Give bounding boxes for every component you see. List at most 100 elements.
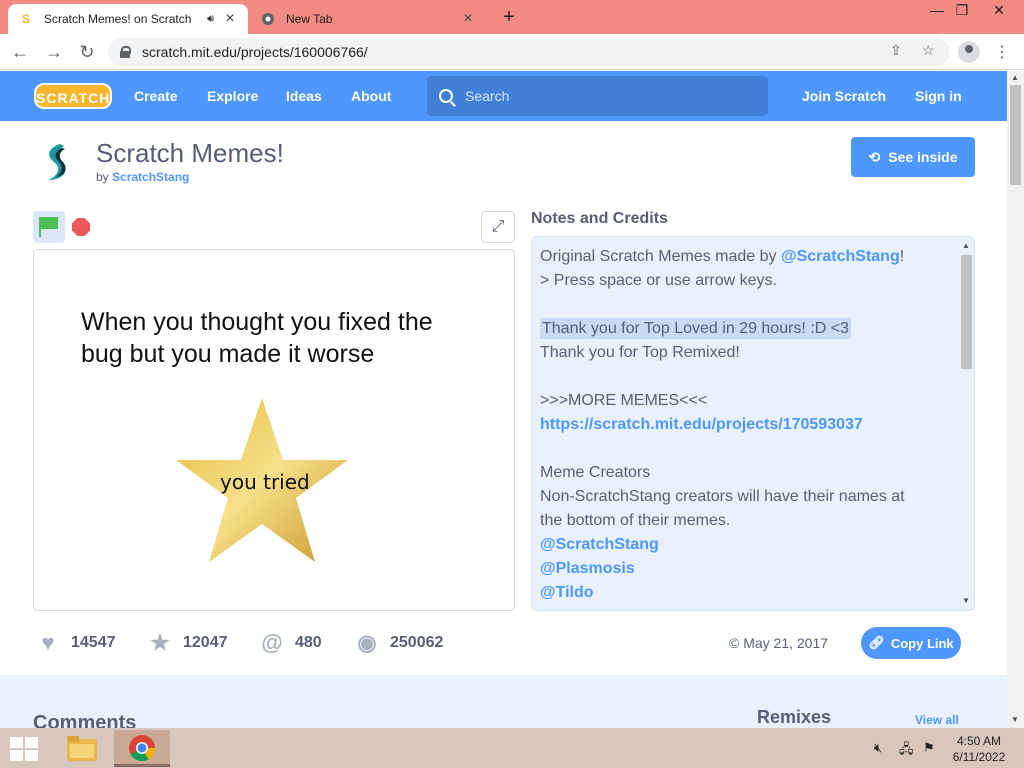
close-tab-icon[interactable]: × [460, 10, 476, 28]
windows-taskbar: 🔇︎ 🖧︎ ⚑ 4:50 AM 6/11/2022 [0, 728, 1024, 768]
page-scrollbar[interactable]: ▲ ▼ [1007, 71, 1024, 728]
lower-section [0, 675, 1007, 728]
stop-sign-icon[interactable] [72, 218, 90, 236]
stage-star-label: you tried [220, 470, 310, 494]
notes-line: @ScratchStang [540, 533, 950, 557]
notes-line-highlighted: Thank you for Top Loved in 29 hours! :D … [540, 318, 852, 339]
views-stat: ◉ 250062 [354, 630, 443, 656]
notes-line: > Press space or use arrow keys. [540, 272, 777, 289]
view-all-link[interactable]: View all [915, 713, 959, 727]
stage-meme-text: When you thought you fixed the bug but y… [81, 308, 433, 368]
search-icon [439, 89, 453, 103]
creator-mention-link[interactable]: @ScratchStang [540, 536, 659, 553]
notes-panel[interactable]: Original Scratch Memes made by @ScratchS… [531, 236, 975, 611]
url-text: scratch.mit.edu/projects/160006766/ [142, 44, 368, 60]
clock-date: 6/11/2022 [952, 750, 1006, 764]
lock-icon[interactable] [120, 46, 131, 58]
love-count: 14547 [71, 634, 116, 651]
author-avatar-icon[interactable] [38, 142, 76, 182]
view-count: 250062 [390, 634, 444, 651]
notes-blank [540, 293, 950, 317]
sign-in-link[interactable]: Sign in [915, 88, 962, 104]
file-explorer-icon[interactable] [54, 730, 110, 767]
close-tab-icon[interactable]: × [222, 10, 238, 28]
more-memes-link[interactable]: https://scratch.mit.edu/projects/1705930… [540, 416, 863, 433]
notes-line: the bottom of their memes. [540, 512, 731, 529]
copy-link-button[interactable]: 🔗︎ Copy Link [861, 627, 961, 659]
new-tab-plus-icon[interactable]: + [498, 6, 520, 29]
scroll-up-icon[interactable]: ▲ [1011, 73, 1019, 82]
tab-title: New Tab [286, 12, 333, 26]
join-scratch-link[interactable]: Join Scratch [802, 88, 886, 104]
creator-mention-link[interactable]: @Plasmosis [540, 560, 635, 577]
fullscreen-icon[interactable]: ⤢ [481, 211, 515, 243]
nav-about[interactable]: About [351, 88, 391, 104]
remix-spiral-icon: @ [261, 630, 283, 655]
forward-arrow-icon[interactable]: → [42, 40, 66, 64]
browser-toolbar: ← → ↻ scratch.mit.edu/projects/160006766… [0, 34, 1024, 70]
tab-new-tab[interactable]: New Tab × [250, 4, 486, 34]
restore-icon[interactable]: ❐ [947, 2, 977, 19]
notes-line: Meme Creators [540, 464, 651, 481]
notes-line: >>>MORE MEMES<<< [540, 392, 708, 409]
notes-line: Original Scratch Memes made by @ScratchS… [540, 248, 905, 265]
by-label: by [96, 170, 109, 184]
share-date: © May 21, 2017 [729, 635, 829, 651]
nav-ideas[interactable]: Ideas [286, 88, 322, 104]
notes-line: @Plasmosis [540, 557, 950, 581]
green-flag-cloth [41, 217, 58, 229]
scratch-logo[interactable]: SCRATCH [34, 83, 112, 109]
notes-line: Thank you for Top Remixed! [540, 344, 740, 361]
project-stage[interactable]: When you thought you fixed the bug but y… [33, 249, 515, 611]
scratch-favicon-icon: S [21, 12, 30, 26]
bookmark-star-icon[interactable]: ☆ [922, 42, 935, 59]
taskbar-clock[interactable]: 4:50 AM 6/11/2022 [950, 733, 1008, 765]
project-title: Scratch Memes! [96, 138, 284, 168]
scroll-up-icon[interactable]: ▲ [962, 241, 970, 250]
window-close-icon[interactable]: ✕ [984, 2, 1014, 19]
menu-kebab-icon[interactable]: ⋮ [994, 42, 1010, 62]
chrome-favicon-icon [260, 11, 276, 27]
favorite-stat[interactable]: ★ 12047 [147, 630, 228, 656]
scroll-down-icon[interactable]: ▼ [1011, 715, 1019, 724]
notes-blank [540, 365, 950, 389]
back-arrow-icon[interactable]: ← [8, 40, 32, 64]
nav-explore[interactable]: Explore [207, 88, 258, 104]
reload-icon[interactable]: ↻ [75, 40, 99, 64]
favorite-count: 12047 [183, 634, 228, 651]
author-mention-link[interactable]: @ScratchStang [781, 248, 900, 265]
audio-playing-icon[interactable]: 🔊︎ [207, 13, 214, 26]
nav-create[interactable]: Create [134, 88, 178, 104]
notes-line: https://scratch.mit.edu/projects/1705930… [540, 413, 950, 437]
green-flag-button[interactable] [33, 211, 65, 243]
love-stat[interactable]: ♥ 14547 [35, 630, 116, 656]
scroll-down-icon[interactable]: ▼ [962, 596, 970, 605]
heart-icon: ♥ [41, 630, 55, 655]
profile-avatar-icon[interactable] [958, 41, 980, 63]
notes-scrollbar[interactable]: ▲ ▼ [958, 237, 974, 610]
star-icon: ★ [150, 630, 170, 655]
notes-line: Non-ScratchStang creators will have thei… [540, 488, 905, 505]
scrollbar-thumb[interactable] [961, 255, 972, 369]
search-input[interactable]: Search [427, 76, 768, 116]
notes-blank [540, 437, 950, 461]
flag-error-icon[interactable]: ⚑ [923, 740, 935, 756]
see-inside-icon: ⟲ [868, 148, 881, 165]
windows-start-icon[interactable] [10, 737, 38, 761]
volume-muted-icon[interactable]: 🔇︎ [874, 740, 882, 756]
share-icon[interactable]: ⇪ [890, 42, 902, 59]
see-inside-button[interactable]: ⟲ See inside [851, 137, 975, 177]
creator-mention-link[interactable]: @Tildo [540, 584, 594, 601]
scrollbar-thumb[interactable] [1010, 85, 1021, 185]
see-inside-label: See inside [888, 149, 958, 165]
remixes-heading: Remixes [757, 707, 832, 727]
browser-tab-bar: S Scratch Memes! on Scratch 🔊︎ × New Tab… [0, 0, 1024, 34]
tab-scratch-memes[interactable]: S Scratch Memes! on Scratch 🔊︎ × [8, 4, 248, 34]
notes-line: @Tildo [540, 581, 950, 605]
network-icon[interactable]: 🖧︎ [899, 740, 914, 762]
remix-stat: @ 480 [259, 630, 321, 656]
scratch-navbar: SCRATCH Create Explore Ideas About Searc… [0, 71, 1007, 121]
chrome-taskbar-icon[interactable] [114, 730, 170, 767]
author-link[interactable]: ScratchStang [112, 170, 189, 184]
address-bar[interactable]: scratch.mit.edu/projects/160006766/ [108, 38, 950, 66]
